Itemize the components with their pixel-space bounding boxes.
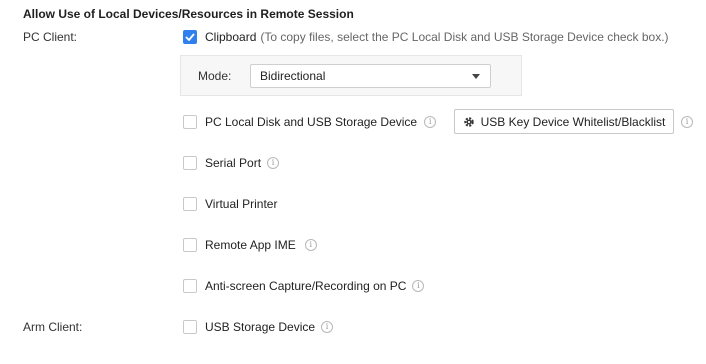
pc-client-label: PC Client: — [23, 30, 78, 44]
anti-capture-label: Anti-screen Capture/Recording on PC — [205, 279, 407, 293]
info-circle-icon[interactable]: i — [424, 116, 437, 128]
serial-port-option[interactable]: Serial Port i — [183, 155, 280, 171]
mode-select-value: Bidirectional — [260, 69, 326, 83]
arm-usb-storage-option[interactable]: USB Storage Device i — [183, 319, 334, 335]
remote-app-ime-checkbox[interactable] — [183, 238, 197, 252]
clipboard-hint: (To copy files, select the PC Local Disk… — [260, 30, 669, 44]
virtual-printer-option[interactable]: Virtual Printer — [183, 196, 277, 212]
arm-client-label: Arm Client: — [23, 320, 83, 334]
usb-whitelist-button-label: USB Key Device Whitelist/Blacklist — [480, 114, 666, 129]
clipboard-option[interactable]: Clipboard (To copy files, select the PC … — [183, 29, 669, 45]
checkmark-icon — [185, 33, 195, 41]
gear-icon — [463, 116, 475, 128]
local-disk-checkbox[interactable] — [183, 115, 197, 129]
mode-panel: Mode: Bidirectional — [180, 55, 522, 96]
local-disk-label: PC Local Disk and USB Storage Device — [205, 115, 418, 129]
mode-label: Mode: — [198, 69, 232, 83]
clipboard-checkbox[interactable] — [183, 30, 197, 44]
local-disk-option[interactable]: PC Local Disk and USB Storage Device i — [183, 114, 437, 130]
section-title: Allow Use of Local Devices/Resources in … — [23, 7, 354, 21]
clipboard-label: Clipboard — [205, 30, 257, 44]
serial-port-label: Serial Port — [205, 156, 262, 170]
serial-port-checkbox[interactable] — [183, 156, 197, 170]
anti-capture-checkbox[interactable] — [183, 279, 197, 293]
remote-app-ime-label: Remote App IME — [205, 238, 296, 252]
caret-down-icon — [472, 74, 480, 79]
info-circle-icon[interactable]: i — [267, 157, 280, 169]
virtual-printer-label: Virtual Printer — [205, 197, 278, 211]
usb-whitelist-button[interactable]: USB Key Device Whitelist/Blacklist — [454, 109, 674, 134]
arm-usb-storage-checkbox[interactable] — [183, 320, 197, 334]
mode-select[interactable]: Bidirectional — [250, 64, 491, 88]
info-circle-icon[interactable]: i — [304, 239, 317, 251]
info-circle-icon[interactable]: i — [321, 321, 334, 333]
arm-usb-storage-label: USB Storage Device — [205, 320, 316, 334]
virtual-printer-checkbox[interactable] — [183, 197, 197, 211]
remote-app-ime-option[interactable]: Remote App IME i — [183, 237, 317, 253]
anti-capture-option[interactable]: Anti-screen Capture/Recording on PC i — [183, 278, 425, 294]
info-circle-icon[interactable]: i — [681, 116, 693, 128]
info-circle-icon[interactable]: i — [412, 280, 425, 292]
